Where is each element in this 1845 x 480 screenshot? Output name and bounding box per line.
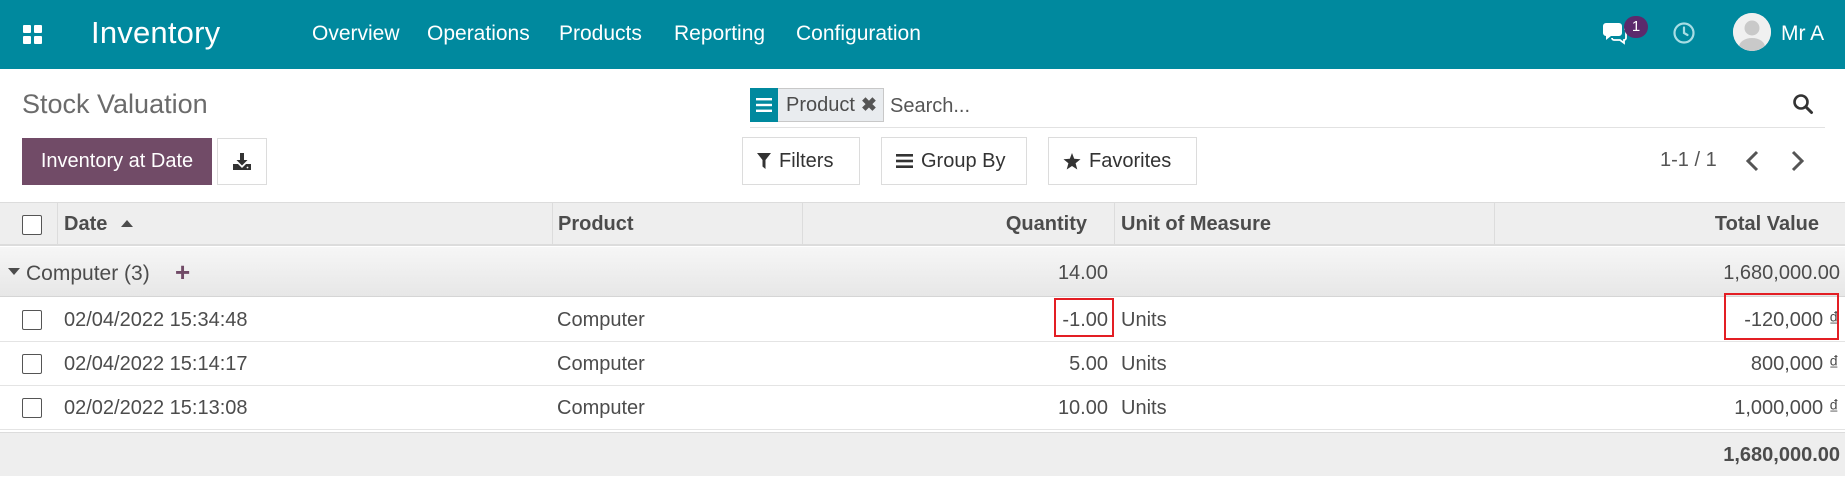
- row-checkbox[interactable]: [22, 310, 42, 330]
- row-checkbox[interactable]: [22, 354, 42, 374]
- menu-operations[interactable]: Operations: [427, 22, 530, 46]
- menu-overview[interactable]: Overview: [312, 22, 400, 46]
- row-date: 02/02/2022 15:13:08: [64, 397, 248, 419]
- top-navbar: Inventory Overview Operations Products R…: [0, 0, 1845, 69]
- row-date: 02/04/2022 15:14:17: [64, 353, 248, 375]
- row-quantity: 5.00: [1069, 353, 1108, 375]
- download-icon: [233, 152, 251, 170]
- column-divider: [1114, 202, 1115, 246]
- download-button[interactable]: [217, 138, 267, 185]
- row-checkbox[interactable]: [22, 398, 42, 418]
- highlight-box-total: [1724, 293, 1839, 340]
- column-quantity[interactable]: Quantity: [1006, 213, 1087, 236]
- column-divider: [1494, 202, 1495, 246]
- row-product: Computer: [557, 309, 645, 331]
- chevron-right-icon[interactable]: [1786, 149, 1808, 173]
- row-uom: Units: [1121, 309, 1167, 331]
- row-product: Computer: [557, 353, 645, 375]
- inventory-at-date-button[interactable]: Inventory at Date: [22, 138, 212, 185]
- group-total: 1,680,000.00: [1723, 262, 1840, 284]
- table-row[interactable]: 02/02/2022 15:13:08 Computer 10.00 Units…: [0, 386, 1845, 430]
- search-input[interactable]: [890, 91, 1710, 121]
- row-date: 02/04/2022 15:34:48: [64, 309, 248, 331]
- column-divider: [802, 202, 803, 246]
- menu-configuration[interactable]: Configuration: [796, 22, 921, 46]
- row-total: 800,000 ₫: [1750, 353, 1839, 375]
- table-row[interactable]: 02/04/2022 15:34:48 Computer -1.00 Units…: [0, 298, 1845, 342]
- row-total: 1,000,000 ₫: [1734, 397, 1839, 419]
- sort-asc-icon: [120, 220, 133, 227]
- clock-icon[interactable]: [1672, 21, 1696, 45]
- menu-products[interactable]: Products: [559, 22, 642, 46]
- table-row[interactable]: 02/04/2022 15:14:17 Computer 5.00 Units …: [0, 342, 1845, 386]
- user-name[interactable]: Mr A: [1781, 22, 1824, 46]
- row-uom: Units: [1121, 353, 1167, 375]
- favorites-label: Favorites: [1089, 149, 1172, 172]
- app-name[interactable]: Inventory: [91, 15, 220, 51]
- search-facet-product: Product ✖: [750, 87, 884, 122]
- group-label: Computer (3): [26, 262, 150, 285]
- pager-value[interactable]: 1-1 / 1: [1660, 149, 1717, 172]
- highlight-box-quantity: [1054, 298, 1114, 337]
- filters-label: Filters: [779, 149, 834, 172]
- search-bar: Product ✖: [750, 86, 1825, 128]
- page-title: Stock Valuation: [22, 89, 208, 119]
- favorites-button[interactable]: Favorites: [1048, 137, 1197, 185]
- list-icon: [896, 154, 913, 168]
- footer-total: 1,680,000.00: [1723, 444, 1840, 466]
- column-divider: [57, 202, 58, 246]
- filter-icon: [757, 153, 771, 169]
- group-quantity: 14.00: [1057, 262, 1108, 284]
- facet-label: Product: [786, 93, 855, 116]
- filters-button[interactable]: Filters: [742, 137, 860, 185]
- caret-down-icon: [8, 268, 20, 275]
- row-uom: Units: [1121, 397, 1167, 419]
- group-by-button[interactable]: Group By: [881, 137, 1027, 185]
- column-date[interactable]: Date: [64, 213, 133, 236]
- group-row-computer[interactable]: Computer (3) + 14.00 1,680,000.00: [0, 247, 1845, 297]
- column-product[interactable]: Product: [558, 213, 634, 236]
- column-total-value[interactable]: Total Value: [1715, 213, 1819, 236]
- select-all-checkbox[interactable]: [22, 215, 42, 235]
- search-icon[interactable]: [1792, 93, 1814, 115]
- facet-remove-icon[interactable]: ✖: [861, 94, 883, 117]
- column-divider: [552, 202, 553, 246]
- apps-menu-icon[interactable]: [23, 25, 43, 45]
- star-icon: [1063, 152, 1081, 170]
- column-unit-of-measure[interactable]: Unit of Measure: [1121, 213, 1271, 236]
- column-date-label: Date: [64, 213, 108, 235]
- menu-reporting[interactable]: Reporting: [674, 22, 765, 46]
- row-product: Computer: [557, 397, 645, 419]
- table-footer: 1,680,000.00: [0, 432, 1845, 476]
- chevron-left-icon[interactable]: [1742, 149, 1764, 173]
- group-by-label: Group By: [921, 149, 1006, 172]
- group-by-icon: [750, 87, 778, 122]
- row-quantity: 10.00: [1057, 397, 1108, 419]
- avatar[interactable]: [1733, 13, 1771, 51]
- table-header: Date Product Quantity Unit of Measure To…: [0, 202, 1845, 246]
- chat-badge: 1: [1624, 16, 1648, 38]
- add-icon[interactable]: +: [175, 257, 190, 288]
